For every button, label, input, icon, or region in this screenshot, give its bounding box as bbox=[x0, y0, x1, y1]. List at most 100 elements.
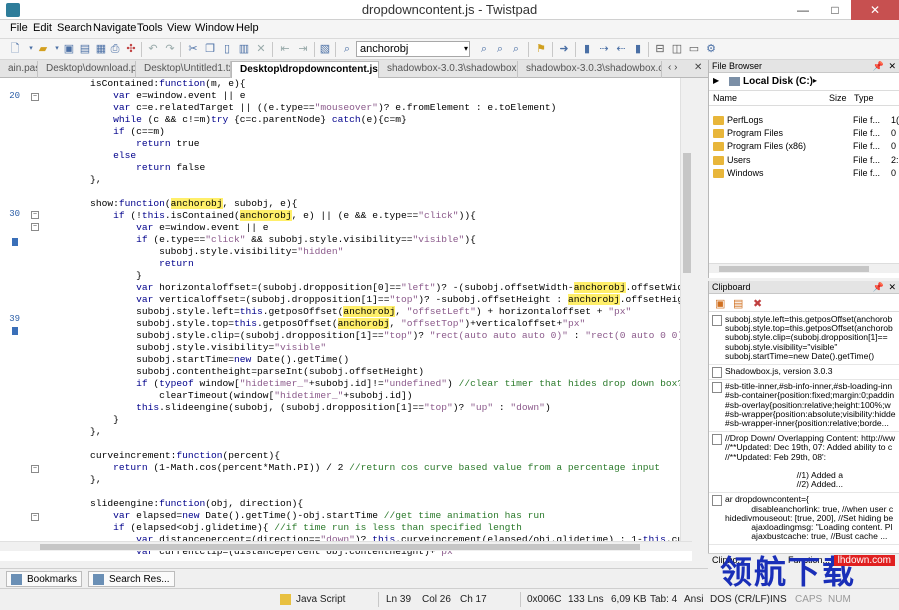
pin-icon[interactable]: 📌 bbox=[873, 281, 884, 294]
split-vertical-icon[interactable]: ◫ bbox=[670, 42, 684, 56]
bookmark-icon[interactable]: ▮ bbox=[580, 42, 594, 56]
list-item[interactable]: Users File f... 2: bbox=[713, 154, 899, 167]
clipboard-icon[interactable]: ▥ bbox=[237, 42, 251, 56]
paste-icon[interactable]: ▣ bbox=[715, 297, 725, 310]
code-line[interactable]: clearTimeout(window["hidetimer_"+subobj.… bbox=[44, 390, 412, 402]
clipboard-entry[interactable]: Shadowbox.js, version 3.0.3 bbox=[709, 365, 899, 381]
minimize-button[interactable]: — bbox=[787, 0, 819, 20]
code-line[interactable]: if (typeof window["hidetimer_"+subobj.id… bbox=[44, 378, 683, 390]
code-line[interactable]: subobj.style.visibility="hidden" bbox=[44, 246, 343, 258]
code-editor[interactable]: 20 30 39 − − − − − isContained:function(… bbox=[0, 78, 692, 561]
indent-icon[interactable]: ⇥ bbox=[296, 42, 310, 56]
tab-close-icon[interactable]: ✕ bbox=[694, 62, 702, 73]
code-line[interactable]: if (c==m) bbox=[44, 126, 165, 138]
menu-navigate[interactable]: Navigate bbox=[93, 22, 136, 34]
status-tab[interactable]: Tab: 4 bbox=[650, 594, 677, 605]
outdent-icon[interactable]: ⇤ bbox=[278, 42, 292, 56]
chevron-down-icon[interactable]: ▾ bbox=[464, 42, 468, 56]
menu-search[interactable]: Search bbox=[57, 22, 92, 34]
bookmark-prev-icon[interactable]: ⇠ bbox=[614, 42, 628, 56]
location-bar[interactable]: ▶ Local Disk (C:) ▸ bbox=[709, 73, 899, 91]
bookmark-clear-icon[interactable]: ▮ bbox=[631, 42, 645, 56]
tab-dropdowncontent[interactable]: Desktop\dropdowncontent.js bbox=[231, 61, 379, 78]
clipboard-entry[interactable]: //Drop Down/ Overlapping Content: http:/… bbox=[709, 432, 899, 494]
print-icon[interactable]: ⎙ bbox=[108, 42, 122, 56]
save-icon[interactable]: ▣ bbox=[62, 42, 76, 56]
code-line[interactable]: var c=e.relatedTarget || ((e.type=="mous… bbox=[44, 102, 556, 114]
code-line[interactable]: show:function(anchorobj, subobj, e){ bbox=[44, 198, 297, 210]
close-icon[interactable]: ✕ bbox=[888, 60, 896, 73]
copy-icon[interactable]: ❐ bbox=[203, 42, 217, 56]
code-line[interactable]: if (!this.isContained(anchorobj, e) || (… bbox=[44, 210, 476, 222]
clipboard-entry[interactable]: #sb-title-inner,#sb-info-inner,#sb-loadi… bbox=[709, 380, 899, 433]
tab-bookmarks[interactable]: Bookmarks bbox=[6, 571, 83, 587]
menu-edit[interactable]: Edit bbox=[33, 22, 52, 34]
split-horizontal-icon[interactable]: ⊟ bbox=[653, 42, 667, 56]
code-line[interactable]: var elapsed=new Date().getTime()-obj.sta… bbox=[44, 510, 545, 522]
fold-toggle[interactable]: − bbox=[31, 211, 39, 219]
pin-icon[interactable]: 📌 bbox=[873, 60, 884, 73]
clipboard-entry[interactable]: ar dropdowncontent={ disableanchorlink: … bbox=[709, 493, 899, 546]
clear-icon[interactable]: ✖ bbox=[753, 297, 762, 310]
tab-download-php[interactable]: Desktop\download.php bbox=[38, 61, 136, 78]
close-icon[interactable]: ✕ bbox=[888, 281, 896, 294]
clipboard-entry[interactable]: subobj.style.left=this.getposOffset(anch… bbox=[709, 313, 899, 365]
code-line[interactable]: var e=window.event || e bbox=[44, 90, 245, 102]
code-line[interactable]: slideengine:function(obj, direction){ bbox=[44, 498, 303, 510]
horizontal-scrollbar[interactable] bbox=[709, 263, 899, 273]
fold-toggle[interactable]: − bbox=[31, 223, 39, 231]
code-line[interactable]: } bbox=[44, 270, 142, 282]
tab-main-pas[interactable]: ain.pas bbox=[0, 61, 38, 78]
code-line[interactable]: subobj.contentheight=parseInt(subobj.off… bbox=[44, 366, 424, 378]
status-encoding[interactable]: Ansi bbox=[684, 594, 703, 605]
panel-icon[interactable]: ▭ bbox=[687, 42, 701, 56]
col-name[interactable]: Name bbox=[713, 93, 737, 103]
code-line[interactable]: return true bbox=[44, 138, 199, 150]
save-all-icon[interactable]: ▤ bbox=[78, 42, 92, 56]
code-line[interactable]: if (elapsed<obj.glidetime){ //if time ru… bbox=[44, 522, 522, 534]
arrow-right-icon[interactable]: ➜ bbox=[557, 42, 571, 56]
menu-file[interactable]: File bbox=[10, 22, 28, 34]
code-line[interactable]: subobj.style.visibility="visible" bbox=[44, 342, 326, 354]
fold-toggle[interactable]: − bbox=[31, 93, 39, 101]
code-line[interactable]: }, bbox=[44, 174, 102, 186]
close-file-icon[interactable]: ▦ bbox=[94, 42, 108, 56]
code-line[interactable]: } bbox=[44, 414, 119, 426]
horizontal-scrollbar[interactable] bbox=[0, 541, 692, 551]
status-eol[interactable]: DOS (CR/LF) bbox=[710, 594, 770, 605]
open-folder-icon[interactable]: ▰ bbox=[36, 42, 50, 56]
search-input[interactable] bbox=[357, 42, 457, 56]
settings-icon[interactable]: ⚙ bbox=[704, 42, 718, 56]
list-item[interactable]: Program Files (x86) File f... 0 bbox=[713, 140, 899, 153]
scroll-thumb[interactable] bbox=[683, 153, 691, 273]
code-line[interactable]: return bbox=[44, 258, 194, 270]
code-line[interactable]: }, bbox=[44, 426, 102, 438]
code-line[interactable]: if (e.type=="click" && subobj.style.visi… bbox=[44, 234, 476, 246]
code-line[interactable]: this.slideengine(subobj, (subobj.droppos… bbox=[44, 402, 551, 414]
code-line[interactable]: var horizontaloffset=(subobj.droppositio… bbox=[44, 282, 692, 294]
maximize-button[interactable]: □ bbox=[819, 0, 851, 20]
goto-icon[interactable]: ▧ bbox=[318, 42, 332, 56]
code-line[interactable]: subobj.startTime=new Date().getTime() bbox=[44, 354, 349, 366]
find-prev-icon[interactable]: ⌕ bbox=[493, 42, 507, 56]
code-line[interactable]: }, bbox=[44, 474, 102, 486]
list-item[interactable]: Program Files File f... 0 bbox=[713, 127, 899, 140]
undo-icon[interactable]: ↶ bbox=[146, 42, 160, 56]
tab-search-results[interactable]: Search Res... bbox=[88, 571, 175, 587]
cut-icon[interactable]: ✂ bbox=[186, 42, 200, 56]
bookmark-marker[interactable] bbox=[12, 238, 18, 246]
find-all-icon[interactable]: ⌕ bbox=[509, 42, 523, 56]
list-item[interactable]: PerfLogs File f... 1( bbox=[713, 114, 899, 127]
copy-icon[interactable]: ▤ bbox=[733, 297, 743, 310]
status-language[interactable]: Java Script bbox=[296, 594, 345, 605]
menu-help[interactable]: Help bbox=[236, 22, 259, 34]
find-next-icon[interactable]: ⌕ bbox=[477, 42, 491, 56]
new-file-icon[interactable]: 🗋 bbox=[8, 42, 22, 56]
paste-icon[interactable]: ▯ bbox=[220, 42, 234, 56]
code-line[interactable]: curveincrement:function(percent){ bbox=[44, 450, 280, 462]
code-line[interactable]: while (c && c!=m)try {c=c.parentNode} ca… bbox=[44, 114, 407, 126]
tab-shadowbox-js[interactable]: shadowbox-3.0.3\shadowbox.js* bbox=[379, 61, 518, 78]
list-item[interactable]: Windows File f... 0 bbox=[713, 167, 899, 180]
bookmark-marker[interactable] bbox=[12, 327, 18, 335]
tab-nav-arrows[interactable]: ‹ › bbox=[668, 62, 677, 73]
